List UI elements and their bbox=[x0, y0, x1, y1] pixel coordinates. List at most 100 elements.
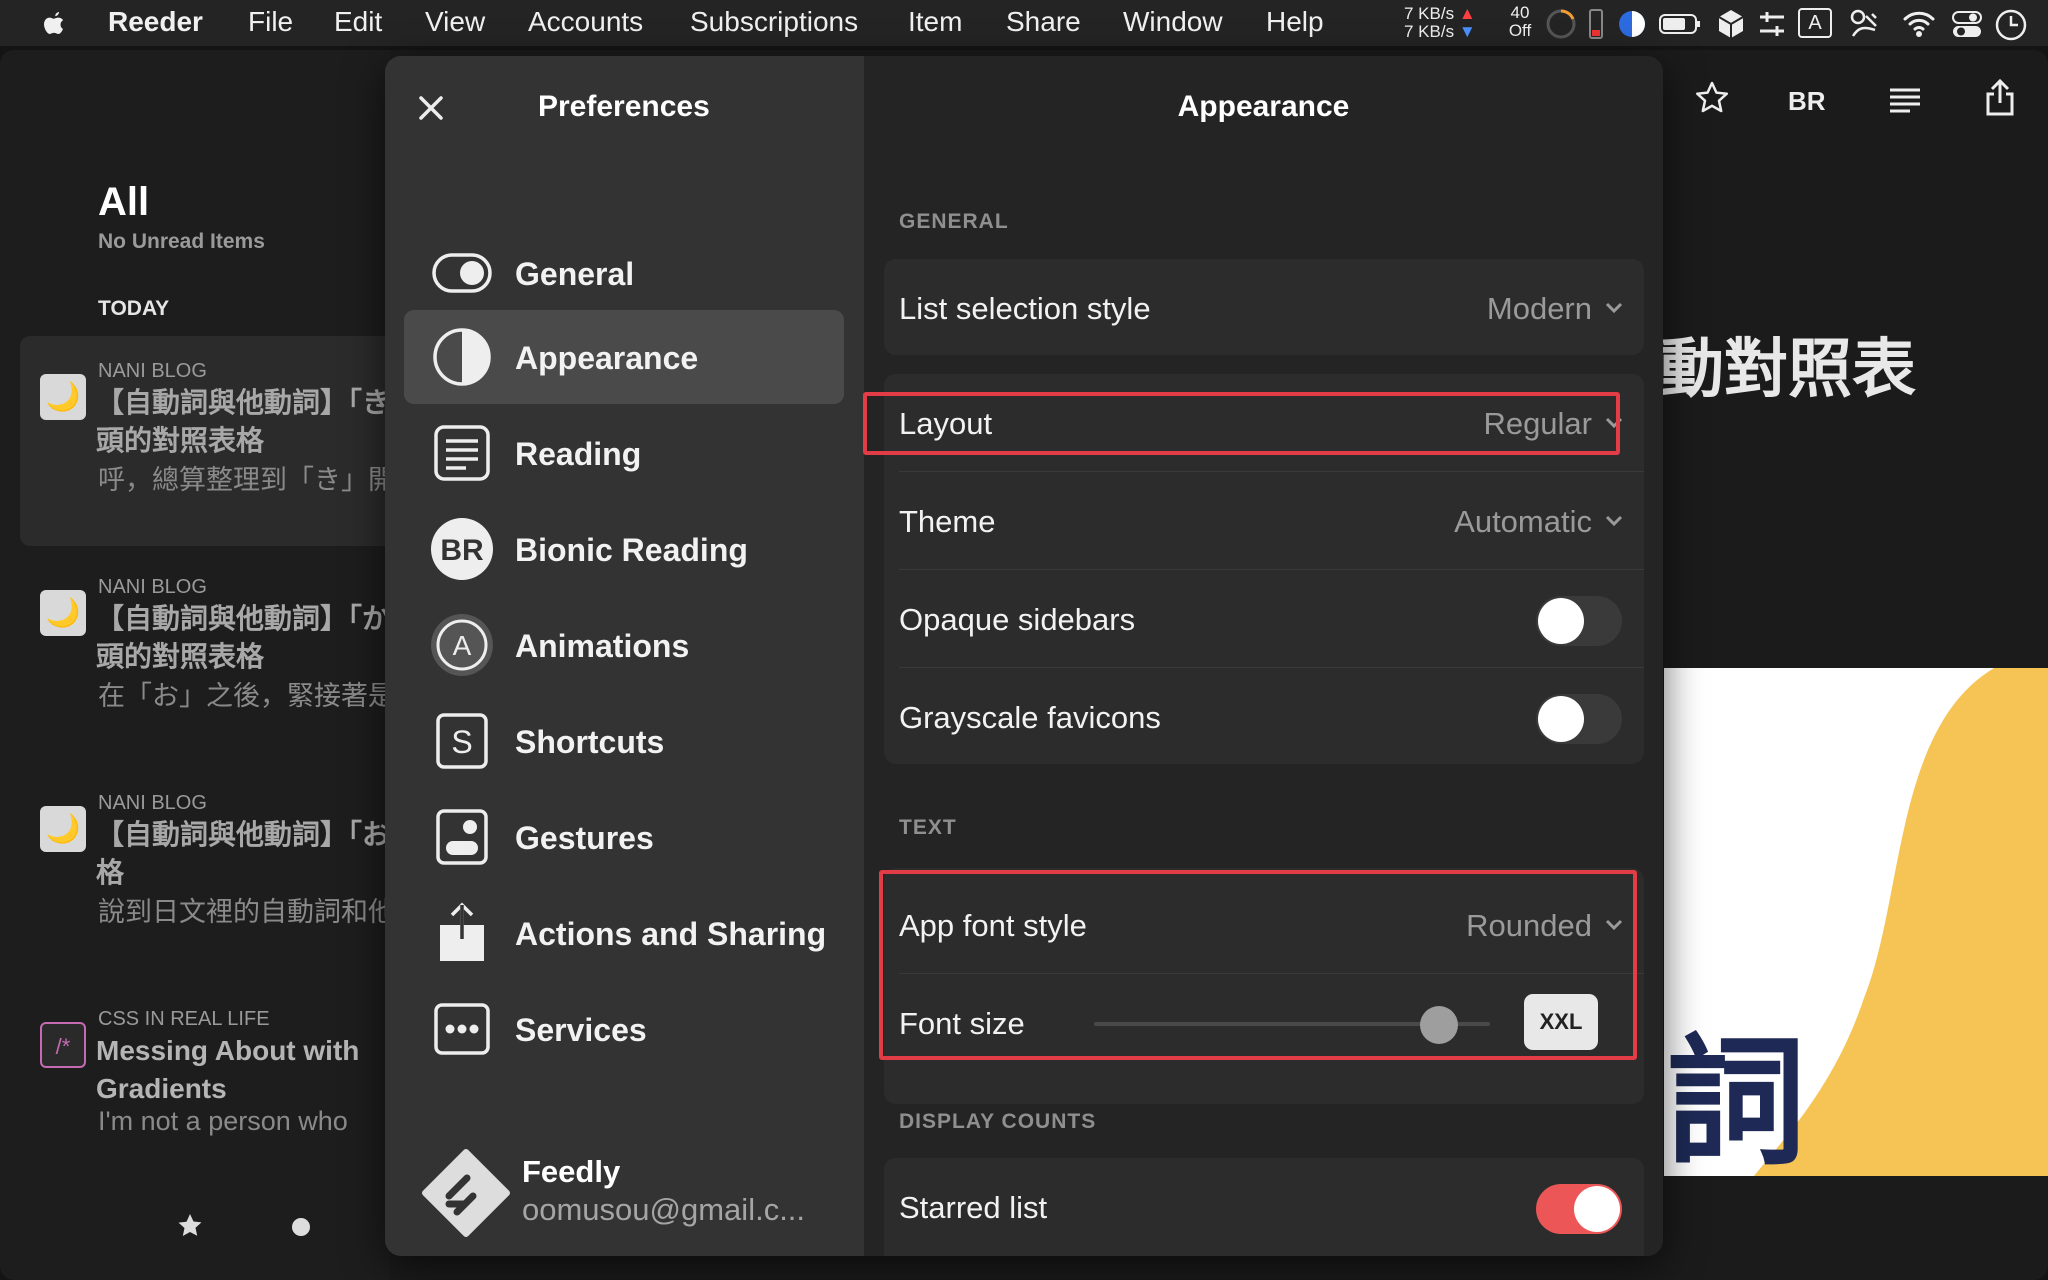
sliders-icon[interactable] bbox=[1756, 8, 1788, 40]
share-toolbar-icon[interactable] bbox=[1984, 78, 2016, 118]
menu-help[interactable]: Help bbox=[1266, 6, 1324, 38]
status-counter[interactable]: 40 Off bbox=[1505, 4, 1535, 40]
br-icon: BR bbox=[430, 517, 494, 581]
text-highlight-box bbox=[879, 870, 1637, 1060]
grayscale-favicons-toggle[interactable] bbox=[1536, 694, 1622, 744]
article-source: NANI BLOG bbox=[98, 360, 207, 382]
menu-view[interactable]: View bbox=[425, 6, 485, 38]
menu-edit[interactable]: Edit bbox=[334, 6, 382, 38]
account-email[interactable]: oomusou@gmail.c... bbox=[522, 1192, 822, 1228]
sidebar-item-gestures[interactable]: Gestures bbox=[404, 790, 844, 884]
menu-file[interactable]: File bbox=[248, 6, 293, 38]
theme-row[interactable]: Theme Automatic bbox=[884, 472, 1644, 570]
svg-text:BR: BR bbox=[440, 534, 484, 567]
unread-filter-dot-icon[interactable] bbox=[292, 1218, 310, 1236]
menu-app-name[interactable]: Reeder bbox=[108, 6, 203, 38]
sidebar-item-animations[interactable]: A Animations bbox=[404, 598, 844, 692]
sidebar-item-shortcuts[interactable]: S Shortcuts bbox=[404, 694, 844, 788]
menu-subscriptions[interactable]: Subscriptions bbox=[690, 6, 858, 38]
document-lines-icon bbox=[430, 421, 494, 485]
status-counter-bottom: Off bbox=[1508, 21, 1532, 40]
sidebar-item-appearance[interactable]: Appearance bbox=[404, 310, 844, 404]
text-section-header: TEXT bbox=[899, 816, 957, 839]
theme-label: Theme bbox=[899, 504, 996, 539]
menu-share[interactable]: Share bbox=[1006, 6, 1081, 38]
sidebar-item-general[interactable]: General bbox=[404, 226, 844, 320]
star-icon[interactable] bbox=[1694, 80, 1730, 116]
toggle-knob bbox=[1574, 1186, 1620, 1232]
article-list-pane: All No Unread Items TODAY 🌙 NANI BLOG 【自… bbox=[0, 50, 400, 1280]
menu-accounts[interactable]: Accounts bbox=[528, 6, 643, 38]
close-icon[interactable] bbox=[418, 95, 444, 121]
a-circle-icon: A bbox=[430, 613, 494, 677]
text-format-icon[interactable] bbox=[1888, 86, 1922, 114]
article-favicon: 🌙 bbox=[40, 590, 86, 636]
battery-icon[interactable] bbox=[1658, 8, 1702, 40]
wifi-icon[interactable] bbox=[1902, 8, 1936, 38]
net-up-arrow-icon: ▲ bbox=[1458, 4, 1476, 23]
menu-window[interactable]: Window bbox=[1123, 6, 1223, 38]
article-title: 【自動詞與他動詞】「き」 頭的對照表格 bbox=[96, 387, 396, 456]
menu-item[interactable]: Item bbox=[908, 6, 962, 38]
net-down-arrow-icon: ▼ bbox=[1458, 22, 1476, 41]
starred-filter-star-icon[interactable] bbox=[176, 1212, 204, 1240]
accessibility-icon[interactable] bbox=[1848, 8, 1880, 40]
control-center-icon[interactable] bbox=[1950, 8, 1984, 40]
opaque-sidebars-toggle[interactable] bbox=[1536, 596, 1622, 646]
sidebar-item-label: Reading bbox=[515, 436, 642, 472]
memory-bar-icon[interactable] bbox=[1588, 8, 1604, 40]
account-name[interactable]: Feedly bbox=[522, 1154, 620, 1190]
article-item[interactable]: 🌙 NANI BLOG 【自動詞與他動詞】「か」 頭的對照表格 在「お」之後，緊接… bbox=[20, 552, 400, 762]
list-selection-style-row[interactable]: List selection style Modern bbox=[884, 259, 1644, 357]
grayscale-favicons-label: Grayscale favicons bbox=[899, 700, 1161, 735]
cube-icon[interactable] bbox=[1716, 8, 1746, 40]
starred-list-toggle[interactable] bbox=[1536, 1184, 1622, 1234]
pane-title: Appearance bbox=[1177, 90, 1350, 123]
clock-icon[interactable] bbox=[1994, 8, 2028, 42]
preferences-sidebar: Preferences General Appearance Reading B… bbox=[385, 56, 864, 1256]
apple-logo-icon[interactable] bbox=[40, 8, 68, 38]
list-selection-style-value[interactable]: Modern bbox=[1487, 291, 1592, 327]
cpu-ring-icon[interactable] bbox=[1545, 8, 1577, 40]
input-source-icon[interactable]: A bbox=[1798, 8, 1832, 38]
display-counts-group: Starred list bbox=[884, 1158, 1644, 1256]
today-section-header: TODAY bbox=[98, 297, 170, 320]
theme-value[interactable]: Automatic bbox=[1454, 504, 1592, 540]
sidebar-item-label: Services bbox=[515, 1012, 647, 1048]
chevron-down-icon bbox=[1604, 301, 1624, 315]
appearance-settings-pane: Appearance GENERAL List selection style … bbox=[863, 56, 1663, 1256]
article-title: Messing About with Gradients bbox=[96, 1035, 360, 1104]
starred-list-row: Starred list bbox=[884, 1158, 1644, 1256]
layout-highlight-box bbox=[863, 392, 1620, 455]
article-favicon: 🌙 bbox=[40, 374, 86, 420]
article-excerpt: 呼，總算整理到「き」開 bbox=[98, 465, 395, 495]
gestures-icon bbox=[430, 805, 494, 869]
svg-text:S: S bbox=[451, 724, 472, 760]
article-item[interactable]: 🌙 NANI BLOG 【自動詞與他動詞】「き」 頭的對照表格 呼，總算整理到「き… bbox=[20, 336, 400, 546]
disk-pie-icon[interactable] bbox=[1616, 8, 1648, 40]
bionic-reading-toolbar-button[interactable]: BR bbox=[1788, 86, 1826, 117]
toggle-knob bbox=[1538, 696, 1584, 742]
network-monitor[interactable]: 7 KB/s ▲ 7 KB/s ▼ bbox=[1404, 5, 1494, 41]
sidebar-item-label: Animations bbox=[515, 628, 690, 664]
s-key-icon: S bbox=[430, 709, 494, 773]
starred-list-label: Starred list bbox=[899, 1190, 1048, 1225]
sidebar-item-reading[interactable]: Reading bbox=[404, 406, 844, 500]
article-source: NANI BLOG bbox=[98, 576, 207, 598]
grayscale-favicons-row: Grayscale favicons bbox=[884, 668, 1644, 766]
list-selection-style-label: List selection style bbox=[899, 291, 1151, 326]
sidebar-item-label: Bionic Reading bbox=[515, 532, 748, 568]
toggle-knob bbox=[1538, 598, 1584, 644]
opaque-sidebars-label: Opaque sidebars bbox=[899, 602, 1136, 637]
net-down-value: 7 KB/s bbox=[1404, 22, 1455, 41]
sidebar-item-bionic-reading[interactable]: BR Bionic Reading bbox=[404, 502, 844, 596]
sidebar-item-label: Gestures bbox=[515, 820, 654, 856]
article-title: 【自動詞與他動詞】「か」 頭的對照表格 bbox=[96, 603, 396, 672]
general-section-header: GENERAL bbox=[899, 210, 1009, 233]
article-title: 【自動詞與他動詞】「お」格 bbox=[96, 819, 396, 888]
sidebar-item-services[interactable]: Services bbox=[404, 982, 844, 1076]
preferences-title: Preferences bbox=[538, 90, 710, 123]
article-item[interactable]: 🌙 NANI BLOG 【自動詞與他動詞】「お」格 說到日文裡的自動詞和他 bbox=[20, 768, 400, 978]
sidebar-item-actions-and-sharing[interactable]: Actions and Sharing bbox=[404, 886, 844, 980]
article-item[interactable]: /* CSS IN REAL LIFE Messing About with Gr… bbox=[20, 984, 400, 1194]
